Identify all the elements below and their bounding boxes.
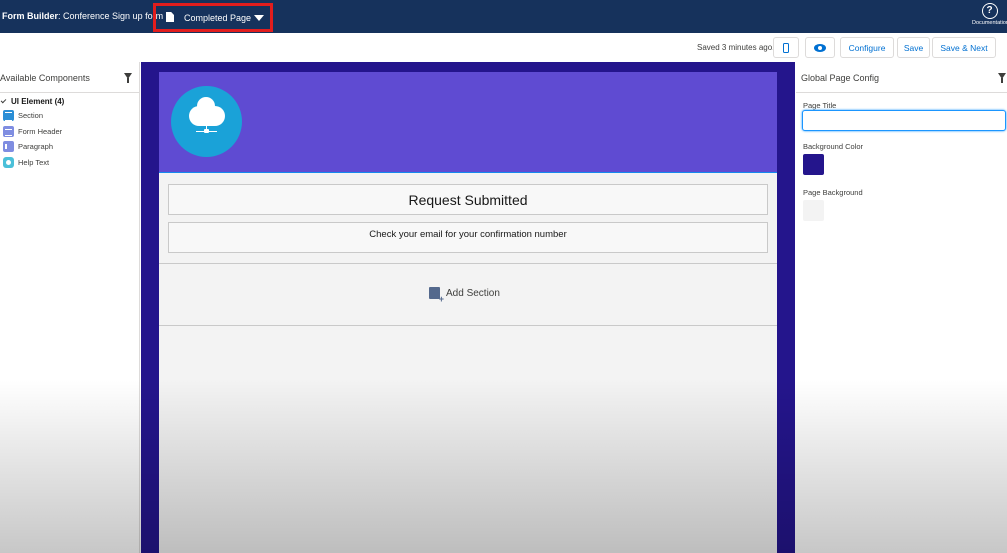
help-text-icon bbox=[3, 156, 14, 168]
add-section-button[interactable]: Add Section bbox=[429, 287, 500, 304]
app-title: Form Builder: Conference Sign up form bbox=[2, 11, 163, 21]
documentation-label: Documentation bbox=[972, 20, 1007, 26]
filter-icon[interactable] bbox=[124, 73, 132, 83]
form-name: : Conference Sign up form bbox=[58, 11, 164, 21]
component-label: Form Header bbox=[18, 126, 63, 136]
background-color-label: Background Color bbox=[803, 142, 864, 151]
app-title-prefix: Form Builder bbox=[2, 11, 59, 21]
left-panel-title: Available Components bbox=[0, 73, 90, 83]
caret-down-icon bbox=[254, 15, 264, 21]
form-header-icon bbox=[3, 125, 14, 137]
cloud-node bbox=[204, 129, 209, 133]
page-title-label: Page Title bbox=[803, 101, 837, 110]
form-header-component[interactable] bbox=[159, 72, 777, 173]
mobile-preview-button[interactable] bbox=[773, 37, 799, 58]
right-panel-header: Global Page Config bbox=[796, 62, 1007, 93]
configure-button[interactable]: Configure bbox=[840, 37, 894, 58]
page-background-swatch[interactable] bbox=[803, 200, 824, 221]
saved-status: Saved 3 minutes ago. bbox=[697, 43, 775, 52]
component-section[interactable]: Section bbox=[3, 109, 43, 121]
page-selector-dropdown[interactable]: Completed Page bbox=[153, 3, 273, 32]
document-icon bbox=[166, 12, 174, 22]
eye-icon bbox=[814, 43, 826, 52]
section-divider bbox=[159, 325, 777, 326]
page-background-label: Page Background bbox=[803, 188, 863, 197]
component-label: Section bbox=[18, 110, 44, 120]
help-text: Check your email for your confirmation n… bbox=[369, 229, 567, 240]
section-icon bbox=[3, 109, 14, 121]
title-component[interactable]: Request Submitted bbox=[168, 184, 768, 215]
form-logo bbox=[171, 86, 242, 157]
component-label: Help Text bbox=[18, 157, 50, 167]
page-title-input[interactable] bbox=[802, 110, 1006, 131]
toolbar: Saved 3 minutes ago. Configure Save Save… bbox=[0, 33, 1007, 62]
chevron-down-icon bbox=[0, 97, 7, 104]
mobile-icon bbox=[783, 42, 789, 53]
right-panel-title: Global Page Config bbox=[801, 73, 880, 83]
paragraph-icon bbox=[3, 140, 16, 152]
component-form-header[interactable]: Form Header bbox=[3, 125, 62, 137]
form-page: Request Submitted Check your email for y… bbox=[159, 72, 777, 553]
app-header-bar: Form Builder: Conference Sign up form Co… bbox=[0, 0, 1007, 33]
left-panel-header: Available Components bbox=[0, 62, 139, 93]
add-section-label: Add Section bbox=[446, 287, 500, 299]
preview-button[interactable] bbox=[805, 37, 835, 58]
background-color-swatch[interactable] bbox=[803, 154, 824, 175]
ui-element-group-label: UI Element (4) bbox=[11, 97, 65, 106]
help-icon: ? bbox=[981, 3, 998, 19]
add-section-icon bbox=[429, 287, 444, 304]
form-canvas: Request Submitted Check your email for y… bbox=[141, 62, 795, 553]
component-paragraph[interactable]: Paragraph bbox=[3, 140, 53, 152]
help-text-component[interactable]: Check your email for your confirmation n… bbox=[168, 222, 768, 253]
component-label: Paragraph bbox=[18, 141, 54, 151]
save-button[interactable]: Save bbox=[897, 37, 930, 58]
available-components-panel: Available Components UI Element (4) Sect… bbox=[0, 62, 140, 553]
component-help-text[interactable]: Help Text bbox=[3, 156, 49, 168]
page-selector-label: Completed Page bbox=[184, 13, 252, 23]
global-page-config-panel: Global Page Config Page Title Background… bbox=[796, 62, 1007, 553]
cloud-icon bbox=[189, 97, 225, 126]
documentation-button[interactable]: ? Documentation bbox=[972, 3, 1007, 31]
section-divider bbox=[159, 263, 777, 264]
save-and-next-button[interactable]: Save & Next bbox=[932, 37, 996, 58]
form-title-text: Request Submitted bbox=[408, 192, 528, 208]
ui-element-group[interactable]: UI Element (4) bbox=[0, 97, 64, 106]
filter-icon[interactable] bbox=[998, 73, 1006, 83]
